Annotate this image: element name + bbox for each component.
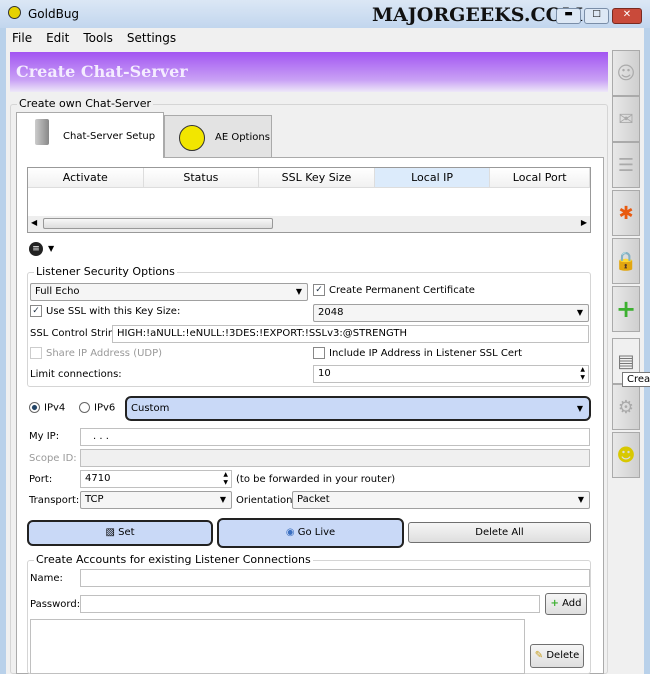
tooltip: Crea — [622, 372, 650, 387]
menu-settings[interactable]: Settings — [127, 31, 176, 45]
sidebar-star[interactable]: ✱ — [612, 190, 640, 236]
limit-label: Limit connections: — [30, 369, 122, 380]
sidebar-settings[interactable]: ⚙ — [612, 384, 640, 430]
share-ip-checkbox[interactable]: Share IP Address (UDP) — [30, 347, 162, 359]
my-ip-input[interactable]: . . . — [80, 428, 590, 446]
menu-file[interactable]: File — [12, 31, 32, 45]
include-ip-checkbox[interactable]: Include IP Address in Listener SSL Cert — [313, 347, 522, 359]
column-local-port[interactable]: Local Port — [490, 168, 591, 187]
orientation-label: Orientation: — [236, 495, 296, 506]
set-button[interactable]: ▧ Set — [27, 520, 213, 546]
server-icon: ▤ — [617, 350, 635, 372]
window-title: GoldBug — [28, 7, 80, 21]
set-icon: ▧ — [105, 527, 119, 538]
sidebar-contacts[interactable]: ☺ — [612, 50, 640, 96]
my-ip-label: My IP: — [29, 431, 60, 442]
transport-select[interactable]: TCP ▼ — [80, 491, 232, 509]
accounts-list[interactable] — [30, 619, 525, 674]
tab-label: Chat-Server Setup — [63, 131, 156, 142]
echo-mode-select[interactable]: Full Echo ▼ — [30, 283, 308, 301]
gear-icon: ⚙ — [617, 396, 635, 418]
column-activate[interactable]: Activate — [28, 168, 144, 187]
scope-id-label: Scope ID: — [29, 453, 77, 464]
tab-chat-server-setup[interactable]: Chat-Server Setup — [16, 112, 164, 158]
tab-ae-options[interactable]: AE Options — [164, 115, 272, 158]
horizontal-scrollbar[interactable]: ◀ ▶ — [28, 216, 590, 232]
ipv6-radio[interactable]: IPv6 — [79, 402, 115, 414]
page-title: Create Chat-Server — [10, 52, 608, 92]
chevron-down-icon[interactable]: ▼ — [48, 244, 54, 253]
sidebar-goldbug[interactable]: ☻ — [612, 432, 640, 478]
create-cert-checkbox[interactable]: ✓ Create Permanent Certificate — [313, 284, 475, 296]
sidebar-chat[interactable]: ☰ — [612, 142, 640, 188]
go-live-button[interactable]: ◉ Go Live — [217, 518, 404, 548]
port-hint: (to be forwarded in your router) — [236, 474, 396, 485]
ssl-control-input[interactable]: HIGH:!aNULL:!eNULL:!3DES:!EXPORT:!SSLv3:… — [112, 325, 589, 343]
maximize-button[interactable]: □ — [584, 8, 609, 24]
minimize-button[interactable]: ▬ — [556, 8, 581, 24]
port-label: Port: — [29, 474, 53, 485]
title-bar: GoldBug MAJORGEEKS.COM ▬ □ ✕ — [0, 0, 650, 28]
delete-button[interactable]: ✎ Delete — [530, 644, 584, 668]
password-input[interactable] — [80, 595, 540, 613]
plus-icon: + — [550, 598, 559, 609]
group-title: Listener Security Options — [34, 265, 177, 278]
menu-tools[interactable]: Tools — [83, 31, 113, 45]
ipv4-radio[interactable]: IPv4 — [29, 402, 65, 414]
scope-id-input[interactable] — [80, 449, 590, 467]
group-title: Create Accounts for existing Listener Co… — [34, 553, 313, 566]
lock-icon: 🔒 — [614, 250, 638, 272]
globe-icon: ◉ — [285, 527, 298, 538]
name-label: Name: — [30, 573, 63, 584]
broom-icon: ✎ — [534, 650, 544, 661]
app-bug-icon — [8, 6, 21, 19]
sidebar-lock[interactable]: 🔒 — [612, 238, 640, 284]
bee-icon — [179, 125, 205, 151]
orientation-select[interactable]: Packet ▼ — [292, 491, 590, 509]
use-ssl-checkbox[interactable]: ✓ Use SSL with this Key Size: — [30, 305, 180, 317]
bug-icon: ☻ — [616, 444, 636, 466]
transport-label: Transport: — [29, 495, 80, 506]
menu-edit[interactable]: Edit — [46, 31, 69, 45]
chat-icon: ☰ — [617, 154, 635, 176]
listeners-table: Activate Status SSL Key Size Local IP Lo… — [27, 167, 591, 233]
sidebar-add[interactable]: + — [612, 286, 640, 332]
column-status[interactable]: Status — [144, 168, 260, 187]
server-icon — [35, 119, 49, 145]
column-local-ip[interactable]: Local IP — [374, 168, 491, 187]
menu-bar: File Edit Tools Settings — [6, 28, 644, 48]
menu-icon[interactable]: ≡ — [29, 242, 43, 256]
name-input[interactable] — [80, 569, 590, 587]
envelope-icon: ✉ — [618, 108, 634, 130]
star-icon: ✱ — [618, 202, 634, 224]
column-ssl-key-size[interactable]: SSL Key Size — [259, 168, 375, 187]
tab-label: AE Options — [215, 132, 270, 143]
limit-spinbox[interactable]: 10 ▲ ▼ — [313, 365, 589, 383]
delete-all-button[interactable]: Delete All — [408, 522, 591, 543]
sidebar-email[interactable]: ✉ — [612, 96, 640, 142]
watermark: MAJORGEEKS.COM — [372, 4, 584, 26]
ip-mode-select[interactable]: Custom ▼ — [125, 396, 591, 421]
ssl-control-label: SSL Control String — [30, 328, 121, 339]
port-spinbox[interactable]: 4710 ▲ ▼ — [80, 470, 232, 488]
group-title: Create own Chat-Server — [17, 97, 153, 110]
key-size-select[interactable]: 2048 ▼ — [313, 304, 589, 322]
plus-icon: + — [615, 295, 637, 323]
person-icon: ☺ — [616, 62, 636, 84]
password-label: Password: — [30, 599, 81, 610]
add-button[interactable]: + Add — [545, 593, 587, 615]
close-button[interactable]: ✕ — [612, 8, 642, 24]
